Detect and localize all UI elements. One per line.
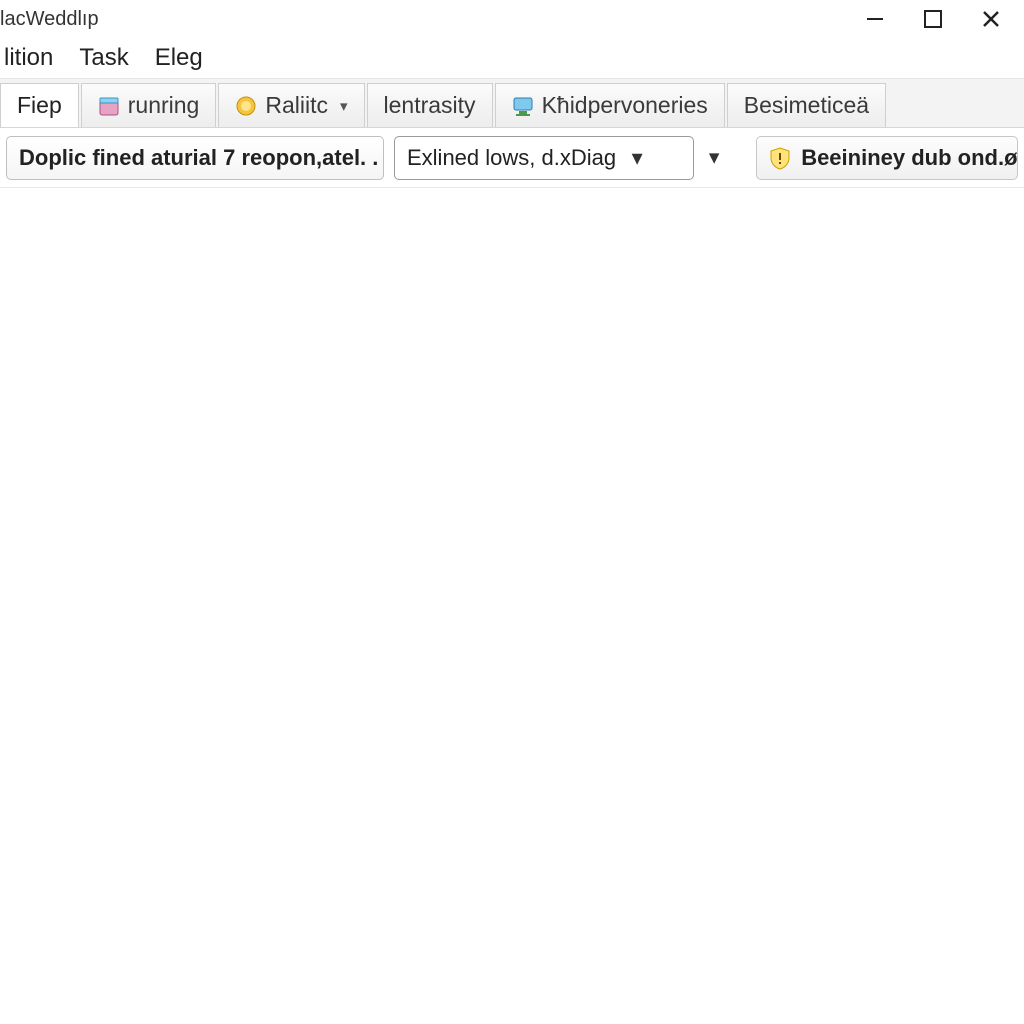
tab-lentrasity[interactable]: lentrasity bbox=[367, 83, 493, 127]
info-button-label: Beeininey dub ond.ør bbox=[801, 145, 1018, 171]
coin-icon bbox=[235, 95, 257, 117]
tab-label: Raliitc bbox=[265, 92, 328, 119]
window-minimize-button[interactable] bbox=[846, 2, 904, 36]
chevron-down-icon: ▾ bbox=[340, 97, 348, 115]
tab-label: Fiep bbox=[17, 92, 62, 119]
combo-value: Exlined lows, d.xDiag bbox=[407, 145, 616, 171]
window-maximize-button[interactable] bbox=[904, 2, 962, 36]
status-text-box: Doplic fined aturial 7 reopon,atel. . bbox=[6, 136, 384, 180]
tab-runring[interactable]: runring bbox=[81, 83, 217, 127]
tab-raliitc[interactable]: Raliitc ▾ bbox=[218, 83, 364, 127]
chevron-down-icon: ▾ bbox=[626, 145, 648, 171]
menu-item-2[interactable]: Eleg bbox=[151, 42, 207, 74]
tab-label: runring bbox=[128, 92, 200, 119]
shield-warning-icon bbox=[769, 147, 791, 169]
tab-khidpervoneries[interactable]: Kħidpervoneries bbox=[495, 83, 725, 127]
tab-besimeticea[interactable]: Besimeticeä bbox=[727, 83, 886, 127]
menu-item-1[interactable]: Task bbox=[75, 42, 132, 74]
close-icon bbox=[981, 9, 1001, 29]
window-close-button[interactable] bbox=[962, 2, 1020, 36]
combo-extra-dropdown[interactable]: ▾ bbox=[704, 136, 724, 180]
tabstrip: Fiep runring Raliitc ▾ lentrasity Kħidpe… bbox=[0, 78, 1024, 128]
box-icon bbox=[98, 95, 120, 117]
tab-label: lentrasity bbox=[384, 92, 476, 119]
tab-fiep[interactable]: Fiep bbox=[0, 83, 79, 127]
minimize-icon bbox=[865, 9, 885, 29]
tab-label: Besimeticeä bbox=[744, 92, 869, 119]
menubar: lition Task Eleg bbox=[0, 38, 1024, 78]
maximize-icon bbox=[924, 10, 942, 28]
window-title: lacWeddlıp bbox=[0, 8, 99, 31]
content-area bbox=[0, 188, 1024, 1024]
titlebar: lacWeddlıp bbox=[0, 0, 1024, 38]
status-text: Doplic fined aturial 7 reopon,atel. . bbox=[19, 145, 378, 171]
chevron-down-icon: ▾ bbox=[709, 145, 720, 170]
combo-select[interactable]: Exlined lows, d.xDiag ▾ bbox=[394, 136, 694, 180]
tab-label: Kħidpervoneries bbox=[542, 92, 708, 119]
menu-item-0[interactable]: lition bbox=[0, 42, 57, 74]
toolbar: Doplic fined aturial 7 reopon,atel. . Ex… bbox=[0, 128, 1024, 188]
monitor-icon bbox=[512, 95, 534, 117]
info-button[interactable]: Beeininey dub ond.ør bbox=[756, 136, 1018, 180]
